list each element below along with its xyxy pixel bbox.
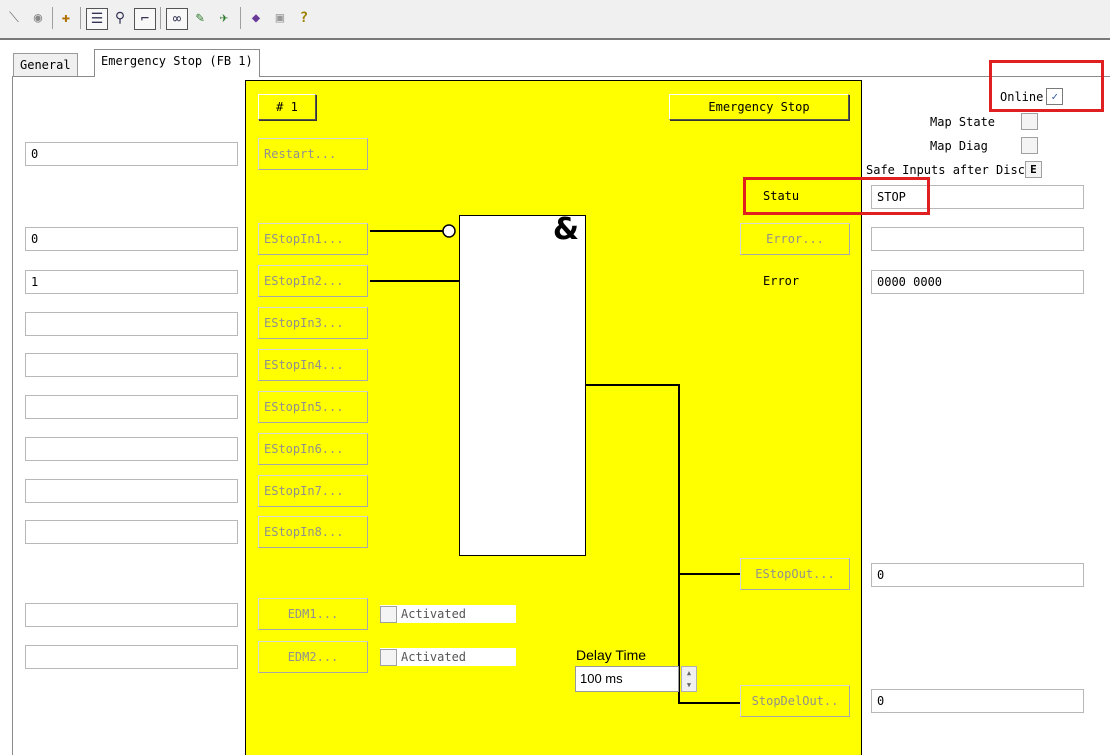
toolbar-separator bbox=[160, 7, 161, 29]
edm2-activated-checkbox[interactable] bbox=[380, 648, 397, 666]
connect-icon[interactable]: ✎ bbox=[190, 8, 210, 28]
help-icon[interactable]: ? bbox=[294, 8, 314, 28]
map-state-label: Map State bbox=[930, 114, 996, 129]
map-state-checkbox[interactable] bbox=[1021, 113, 1039, 130]
edm2-activated[interactable]: Activated bbox=[380, 648, 516, 666]
select-icon[interactable]: ⟍ bbox=[4, 8, 24, 28]
diag-icon[interactable]: ✈ bbox=[214, 8, 234, 28]
edm2-button[interactable]: EDM2... bbox=[258, 641, 368, 673]
delay-time-input[interactable]: 100 ms bbox=[575, 666, 679, 692]
toolbar: ⟍ ◉ ✚ ☰ ⚲ ⌐ ∞ ✎ ✈ ◆ ▣ ? bbox=[0, 0, 1110, 38]
error-label: Error bbox=[763, 274, 800, 288]
pipe-icon[interactable]: ⌐ bbox=[134, 8, 156, 30]
edm1-activated-label: Activated bbox=[401, 607, 467, 621]
edm1-activated[interactable]: Activated bbox=[380, 605, 516, 623]
estop-in4-button[interactable]: EStopIn4... bbox=[258, 349, 368, 381]
tab-emergency-stop[interactable]: Emergency Stop (FB 1) bbox=[94, 49, 260, 77]
stopdel-out-field[interactable]: 0 bbox=[871, 689, 1084, 713]
estop-in2-field[interactable]: 1 bbox=[25, 270, 238, 294]
online-highlight bbox=[989, 60, 1104, 112]
invert-bubble bbox=[442, 224, 456, 238]
delay-time-label: Delay Time bbox=[576, 647, 647, 663]
safe-inputs-option[interactable]: Safe Inputs after Disc E bbox=[866, 161, 1042, 178]
search-icon[interactable]: ⚲ bbox=[110, 8, 130, 28]
estop-in6-button[interactable]: EStopIn6... bbox=[258, 433, 368, 465]
error-button[interactable]: Error... bbox=[740, 223, 850, 255]
error-code-field[interactable]: 0000 0000 bbox=[871, 270, 1084, 294]
estop-in6-field[interactable] bbox=[25, 437, 238, 461]
estop-in3-button[interactable]: EStopIn3... bbox=[258, 307, 368, 339]
estop-in1-field[interactable]: 0 bbox=[25, 227, 238, 251]
estop-in5-button[interactable]: EStopIn5... bbox=[258, 391, 368, 423]
estop-in8-field[interactable] bbox=[25, 520, 238, 544]
map-state-option[interactable]: Map State bbox=[930, 113, 1039, 130]
edm1-field[interactable] bbox=[25, 603, 238, 627]
list-icon[interactable]: ☰ bbox=[86, 8, 108, 30]
toolbar-separator bbox=[80, 7, 81, 29]
block-title-button[interactable]: Emergency Stop bbox=[669, 94, 849, 120]
map-diag-label: Map Diag bbox=[930, 138, 988, 153]
estop-in2-button[interactable]: EStopIn2... bbox=[258, 265, 368, 297]
estop-out-field[interactable]: 0 bbox=[871, 563, 1084, 587]
edm2-activated-label: Activated bbox=[401, 650, 467, 664]
estop-in7-field[interactable] bbox=[25, 479, 238, 503]
glasses-icon[interactable]: ∞ bbox=[166, 8, 188, 30]
tab-general[interactable]: General bbox=[13, 53, 78, 77]
map-diag-option[interactable]: Map Diag bbox=[930, 137, 1038, 154]
restart-field[interactable]: 0 bbox=[25, 142, 238, 166]
toolbar-separator bbox=[240, 7, 241, 29]
estop-in1-button[interactable]: EStopIn1... bbox=[258, 223, 368, 255]
safe-inputs-dropdown[interactable]: E bbox=[1024, 161, 1042, 178]
estop-in7-button[interactable]: EStopIn7... bbox=[258, 475, 368, 507]
edm1-button[interactable]: EDM1... bbox=[258, 598, 368, 630]
estop-in8-button[interactable]: EStopIn8... bbox=[258, 516, 368, 548]
book-icon[interactable]: ◆ bbox=[246, 8, 266, 28]
estop-out-button[interactable]: EStopOut... bbox=[740, 558, 850, 590]
edm1-activated-checkbox[interactable] bbox=[380, 605, 397, 623]
estop-in5-field[interactable] bbox=[25, 395, 238, 419]
error-field[interactable] bbox=[871, 227, 1084, 251]
panel-border bbox=[12, 77, 13, 755]
stopdel-out-button[interactable]: StopDelOut.. bbox=[740, 685, 850, 717]
map-diag-checkbox[interactable] bbox=[1020, 137, 1038, 154]
edm2-field[interactable] bbox=[25, 645, 238, 669]
and-symbol: & bbox=[552, 212, 579, 247]
settings-icon[interactable]: ▣ bbox=[270, 8, 290, 28]
status-highlight bbox=[743, 177, 930, 215]
block-number-button[interactable]: # 1 bbox=[258, 94, 316, 120]
delay-time-spinner[interactable]: ▲ ▼ bbox=[681, 666, 697, 692]
toolbar-separator bbox=[52, 7, 53, 29]
safe-inputs-label: Safe Inputs after Disc bbox=[866, 162, 1025, 177]
record-icon[interactable]: ◉ bbox=[28, 8, 48, 28]
add-icon[interactable]: ✚ bbox=[56, 8, 76, 28]
restart-button[interactable]: Restart... bbox=[258, 138, 368, 170]
and-gate: & bbox=[459, 212, 586, 556]
toolbar-divider bbox=[0, 38, 1110, 40]
estop-in3-field[interactable] bbox=[25, 312, 238, 336]
estop-in4-field[interactable] bbox=[25, 353, 238, 377]
